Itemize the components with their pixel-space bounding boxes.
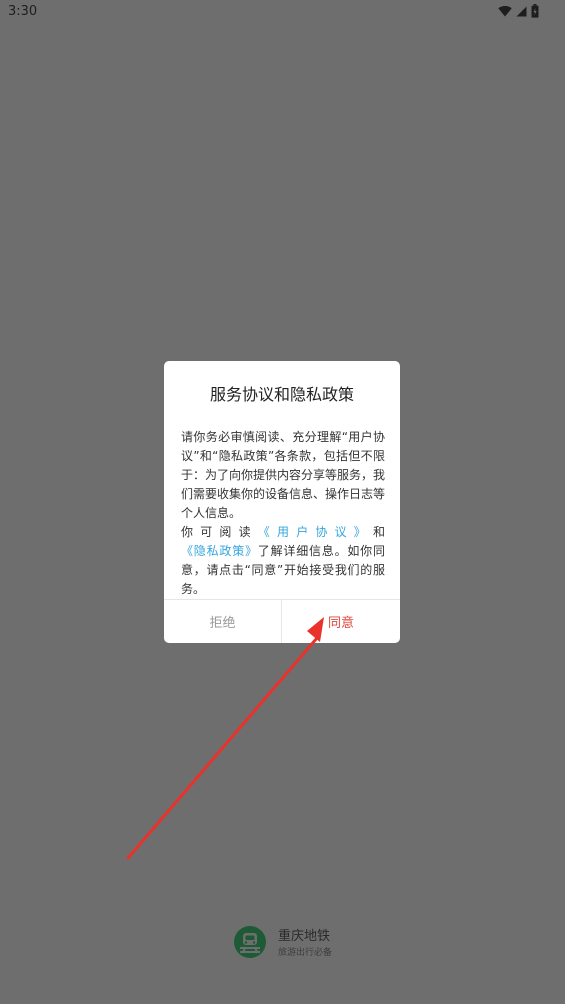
dialog-paragraph-1: 请你务必审慎阅读、充分理解“用户协议”和“隐私政策”各条款，包括但不限于：为了向… [181,430,386,520]
dialog-body: 请你务必审慎阅读、充分理解“用户协议”和“隐私政策”各条款，包括但不限于：为了向… [181,428,385,599]
paragraph-2-prefix: 你可阅读 [181,525,258,539]
user-agreement-link[interactable]: 《用户协议》 [258,525,373,539]
agree-button[interactable]: 同意 [282,600,400,643]
status-icons [498,4,539,18]
privacy-dialog: 服务协议和隐私政策 请你务必审慎阅读、充分理解“用户协议”和“隐私政策”各条款，… [164,361,400,643]
metro-logo-icon [234,926,266,958]
wifi-icon [498,5,512,17]
status-bar: 3:30 [0,0,565,26]
and-text: 和 [372,525,385,539]
brand-name: 重庆地铁 [278,929,331,944]
privacy-policy-link[interactable]: 《隐私政策》 [181,544,258,558]
status-time: 3:30 [8,4,38,19]
battery-icon [531,4,539,18]
dialog-title: 服务协议和隐私政策 [209,385,354,404]
dialog-paragraph-2: 你可阅读《用户协议》和《隐私政策》了解详细信息。如你同意，请点击“同意”开始接受… [181,523,385,599]
brand: 重庆地铁 旅游出行必备 [233,924,373,960]
brand-slogan: 旅游出行必备 [278,948,333,958]
reject-button[interactable]: 拒绝 [164,600,281,643]
signal-icon [516,6,527,17]
